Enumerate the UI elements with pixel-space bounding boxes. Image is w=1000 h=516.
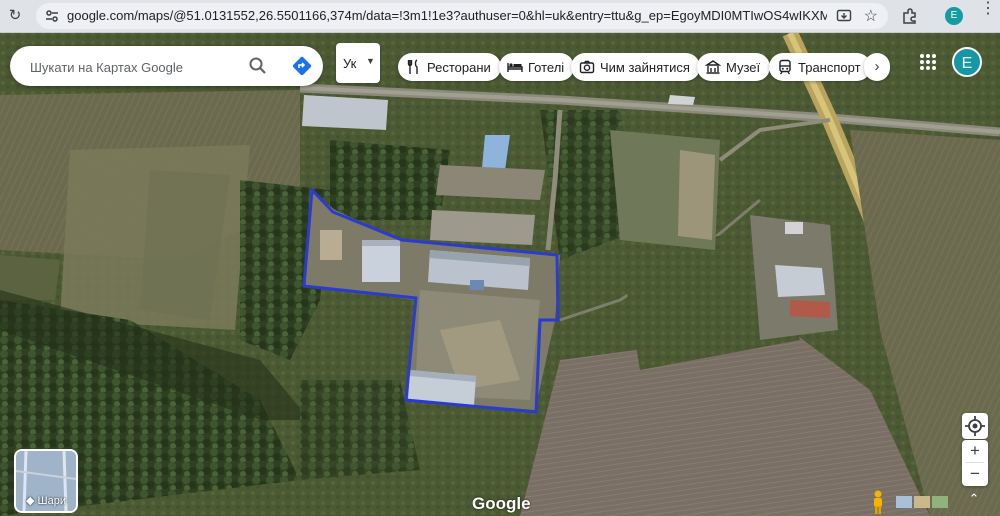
fork-knife-icon: [407, 59, 418, 74]
extensions-icon[interactable]: [900, 6, 920, 26]
my-location-button[interactable]: [962, 413, 988, 439]
train-icon: [779, 59, 791, 75]
bed-icon: [507, 63, 523, 72]
account-avatar[interactable]: E: [952, 47, 982, 77]
reload-icon[interactable]: ↻: [6, 7, 24, 25]
pegman-icon[interactable]: [869, 489, 887, 515]
imagery-thumb[interactable]: [932, 496, 948, 508]
google-logo: Google: [472, 494, 531, 513]
address-bar[interactable]: google.com/maps/@51.0131552,26.5501166,3…: [36, 3, 888, 29]
chip-hotels[interactable]: Готелі: [499, 53, 575, 81]
language-selector[interactable]: Ук ▼: [336, 43, 380, 83]
chip-restaurants[interactable]: Ресторани: [398, 53, 501, 81]
google-apps-icon[interactable]: [918, 52, 938, 72]
chip-label: Чим зайнятися: [600, 59, 690, 75]
search-box: [10, 46, 323, 86]
browser-profile-avatar[interactable]: E: [945, 7, 963, 25]
chip-label: Музеї: [726, 59, 761, 75]
install-app-icon[interactable]: [836, 8, 852, 24]
zoom-in-button[interactable]: +: [962, 440, 988, 462]
satellite-imagery: [0, 33, 1000, 516]
site-info-icon[interactable]: [44, 8, 60, 24]
zoom-out-button[interactable]: −: [962, 463, 988, 485]
chips-next-button[interactable]: ›: [864, 53, 890, 81]
layers-stack-icon: ◆: [26, 495, 35, 507]
camera-icon: [579, 60, 595, 74]
directions-icon[interactable]: [291, 55, 313, 77]
satellite-map[interactable]: [0, 33, 1000, 516]
expand-icon[interactable]: ⌃: [965, 491, 983, 511]
zoom-controls: + −: [962, 440, 988, 486]
browser-menu-icon[interactable]: ⋮: [980, 1, 996, 17]
caret-down-icon: ▼: [366, 56, 375, 66]
layers-button[interactable]: ◆ Шари: [14, 449, 78, 513]
imagery-thumb[interactable]: [914, 496, 930, 508]
language-label: Ук: [343, 56, 357, 71]
museum-icon: [705, 60, 721, 74]
browser-toolbar: ↻ google.com/maps/@51.0131552,26.5501166…: [0, 0, 1000, 33]
search-input[interactable]: [28, 56, 242, 78]
chip-things-to-do[interactable]: Чим зайнятися: [571, 53, 700, 81]
url-text[interactable]: google.com/maps/@51.0131552,26.5501166,3…: [67, 8, 827, 23]
search-icon[interactable]: [248, 56, 268, 76]
bookmark-star-icon[interactable]: ☆: [864, 6, 878, 26]
imagery-thumbnails: [896, 493, 950, 511]
layers-label: ◆ Шари: [16, 494, 76, 507]
chip-label: Транспорт: [798, 59, 861, 75]
chip-transport[interactable]: Транспорт: [769, 53, 871, 81]
chip-label: Ресторани: [427, 59, 491, 75]
chip-museums[interactable]: Музеї: [697, 53, 771, 81]
chip-label: Готелі: [528, 59, 565, 75]
layers-text: Шари: [37, 495, 66, 507]
imagery-thumb[interactable]: [896, 496, 912, 508]
